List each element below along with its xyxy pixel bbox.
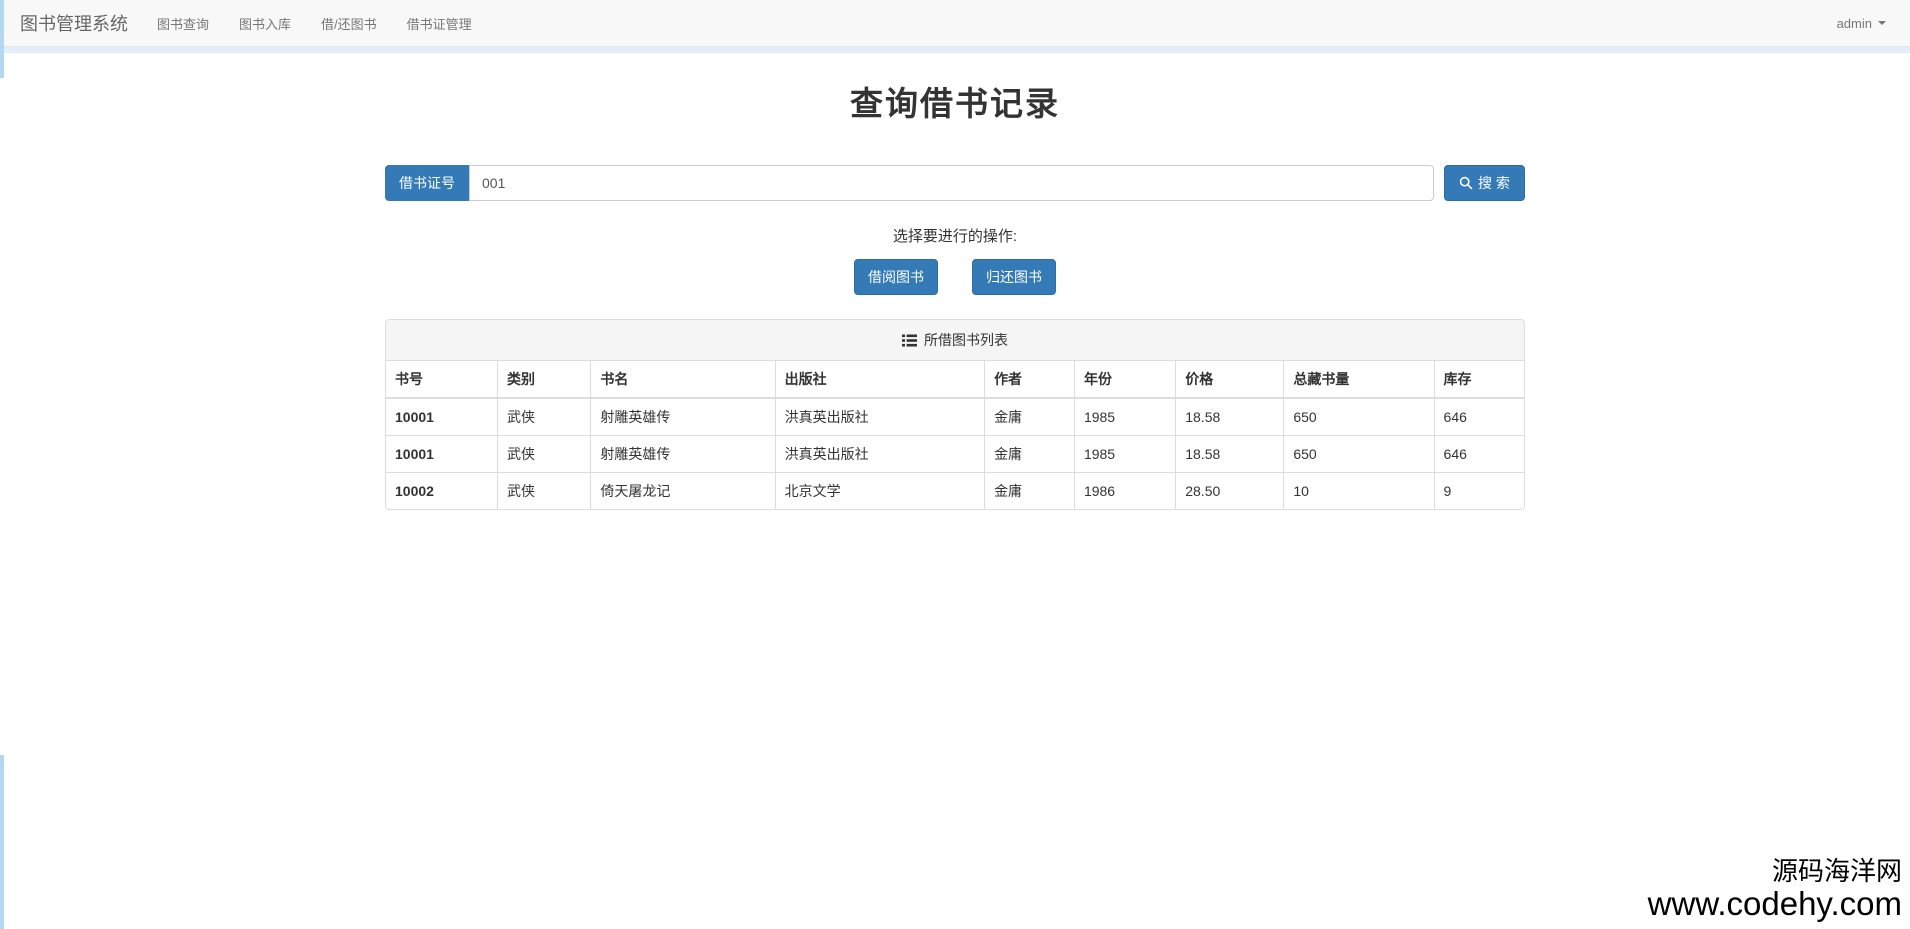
table-cell: 金庸 (985, 436, 1075, 473)
table-row: 10001武侠射雕英雄传洪真英出版社金庸198518.58650646 (386, 398, 1524, 436)
return-book-button[interactable]: 归还图书 (972, 259, 1056, 295)
table-cell: 1986 (1074, 473, 1175, 510)
panel-title: 所借图书列表 (924, 330, 1008, 350)
action-buttons: 借阅图书 归还图书 (385, 259, 1525, 295)
table-cell: 武侠 (498, 473, 591, 510)
card-number-input[interactable] (469, 165, 1434, 201)
under-navbar-highlight (0, 47, 1910, 53)
borrowed-books-table: 书号类别书名出版社作者年份价格总藏书量库存 10001武侠射雕英雄传洪真英出版社… (386, 361, 1524, 509)
borrow-book-button[interactable]: 借阅图书 (854, 259, 938, 295)
main-content: 查询借书记录 借书证号 搜 索 选择要进行的操作: 借阅图书 归还图书 (385, 77, 1525, 510)
nav-item-book-query[interactable]: 图书查询 (142, 0, 224, 46)
column-header: 书号 (386, 361, 498, 398)
table-cell: 1985 (1074, 398, 1175, 436)
navbar: 图书管理系统 图书查询图书入库借/还图书借书证管理 admin (0, 0, 1910, 47)
table-cell: 洪真英出版社 (775, 398, 984, 436)
search-icon (1459, 176, 1473, 190)
list-icon (902, 334, 917, 347)
table-cell: 金庸 (985, 473, 1075, 510)
nav-item-borrow-return[interactable]: 借/还图书 (306, 0, 392, 46)
table-cell: 北京文学 (775, 473, 984, 510)
card-number-input-group: 借书证号 (385, 165, 1434, 201)
chevron-down-icon (1878, 21, 1886, 25)
table-cell: 10 (1284, 473, 1434, 510)
app-brand[interactable]: 图书管理系统 (14, 10, 142, 36)
watermark: 源码海洋网 www.codehy.com (1648, 857, 1902, 923)
watermark-site-name: 源码海洋网 (1648, 857, 1902, 886)
table-cell: 28.50 (1176, 473, 1284, 510)
table-cell: 洪真英出版社 (775, 436, 984, 473)
column-header: 书名 (591, 361, 775, 398)
user-name: admin (1837, 16, 1872, 31)
table-cell: 9 (1434, 473, 1524, 510)
table-cell: 武侠 (498, 398, 591, 436)
search-button-label: 搜 索 (1478, 173, 1510, 193)
table-cell: 646 (1434, 398, 1524, 436)
borrowed-books-panel: 所借图书列表 书号类别书名出版社作者年份价格总藏书量库存 10001武侠射雕英雄… (385, 319, 1525, 510)
table-cell: 金庸 (985, 398, 1075, 436)
column-header: 类别 (498, 361, 591, 398)
search-button[interactable]: 搜 索 (1444, 165, 1525, 201)
nav-menu: 图书查询图书入库借/还图书借书证管理 (142, 0, 487, 46)
column-header: 作者 (985, 361, 1075, 398)
search-bar: 借书证号 搜 索 (385, 165, 1525, 201)
left-edge-highlight-top (0, 0, 4, 78)
page-title: 查询借书记录 (385, 77, 1525, 125)
card-number-label: 借书证号 (385, 165, 469, 201)
column-header: 价格 (1176, 361, 1284, 398)
left-edge-highlight-bottom (0, 755, 4, 929)
table-row: 10002武侠倚天屠龙记北京文学金庸198628.50109 (386, 473, 1524, 510)
table-cell: 倚天屠龙记 (591, 473, 775, 510)
nav-item-card-management[interactable]: 借书证管理 (392, 0, 487, 46)
column-header: 出版社 (775, 361, 984, 398)
table-cell: 10002 (386, 473, 498, 510)
table-cell: 武侠 (498, 436, 591, 473)
table-header-row: 书号类别书名出版社作者年份价格总藏书量库存 (386, 361, 1524, 398)
table-cell: 射雕英雄传 (591, 398, 775, 436)
table-cell: 650 (1284, 436, 1434, 473)
table-cell: 10001 (386, 436, 498, 473)
action-prompt: 选择要进行的操作: (385, 225, 1525, 246)
table-cell: 10001 (386, 398, 498, 436)
table-row: 10001武侠射雕英雄传洪真英出版社金庸198518.58650646 (386, 436, 1524, 473)
table-cell: 18.58 (1176, 436, 1284, 473)
column-header: 总藏书量 (1284, 361, 1434, 398)
table-cell: 射雕英雄传 (591, 436, 775, 473)
panel-heading: 所借图书列表 (386, 320, 1524, 361)
table-cell: 650 (1284, 398, 1434, 436)
user-menu[interactable]: admin (1827, 0, 1896, 46)
column-header: 库存 (1434, 361, 1524, 398)
table-cell: 1985 (1074, 436, 1175, 473)
nav-item-book-entry[interactable]: 图书入库 (224, 0, 306, 46)
table-cell: 646 (1434, 436, 1524, 473)
table-cell: 18.58 (1176, 398, 1284, 436)
watermark-url: www.codehy.com (1648, 886, 1902, 923)
column-header: 年份 (1074, 361, 1175, 398)
